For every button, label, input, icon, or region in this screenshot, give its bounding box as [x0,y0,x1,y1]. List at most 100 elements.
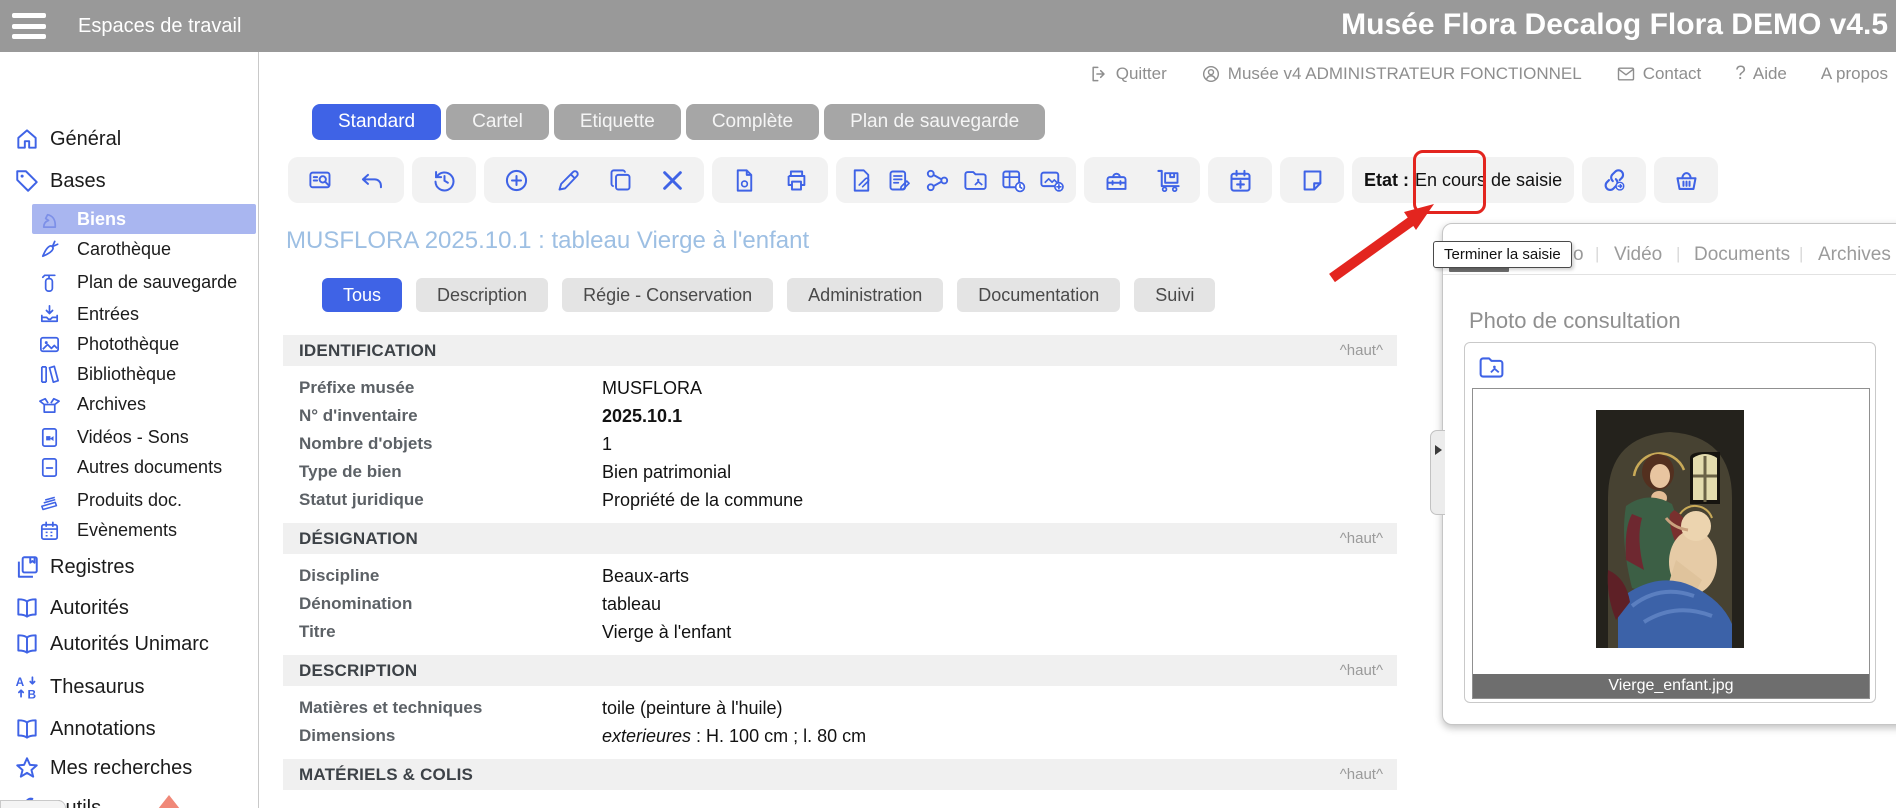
tab-plan-sauvegarde[interactable]: Plan de sauvegarde [824,104,1046,140]
document-icon [38,456,61,479]
photo-card: Vierge_enfant.jpg [1464,342,1876,703]
sidebar-item-bibliotheque[interactable]: Bibliothèque [38,360,176,388]
export-page-icon [731,167,758,194]
tab-complete[interactable]: Complète [685,104,820,140]
sidebar-item-archives[interactable]: Archives [38,390,146,418]
sidebar-item-produits-doc[interactable]: Produits doc. [38,486,182,514]
tab-description[interactable]: Description [416,278,549,312]
edit-icon [555,167,582,194]
print-button[interactable] [770,157,822,203]
export-page-button[interactable] [718,157,770,203]
duplicate-icon [607,167,634,194]
field-row: N° d'inventaire 2025.10.1 [299,405,683,426]
record-state-badge: Etat : En cours de saisie [1352,157,1575,203]
back-to-top-link[interactable]: ^haut^ [1340,766,1383,783]
records-search-icon [307,167,334,194]
tab-standard[interactable]: Standard [312,104,442,140]
paper-stack-icon [38,489,61,512]
panel-collapse-handle[interactable] [1430,430,1445,515]
note-button[interactable] [1286,157,1338,203]
media-card-add-button[interactable] [1032,157,1070,203]
undo-button[interactable] [346,157,398,203]
sidebar-item-carotheque[interactable]: Carothèque [38,235,171,263]
table-clock-button[interactable] [994,157,1032,203]
media-tab-documents[interactable]: Documents [1694,244,1790,266]
tab-tous[interactable]: Tous [322,278,403,312]
attach-page-button[interactable] [842,157,880,203]
help-button[interactable]: ? Aide [1735,63,1787,85]
state-value: En cours de saisie [1415,169,1563,190]
trolley-icon [1155,167,1182,194]
sidebar: Général Bases Biens Carothèque Plan de s… [0,52,259,808]
history-button[interactable] [418,157,470,203]
flora-application-window: Espaces de travail Musée Flora Decalog F… [0,0,1896,808]
tab-cartel[interactable]: Cartel [446,104,549,140]
sidebar-item-entrees[interactable]: Entrées [38,300,139,328]
field-row: Dimensions exterieures : H. 100 cm ; l. 8… [299,725,867,746]
section-header-materiels-colis: MATÉRIELS & COLIS ^haut^ [283,759,1397,790]
back-to-top-link[interactable]: ^haut^ [1340,342,1383,359]
mail-icon [1616,64,1636,84]
record-detail: IDENTIFICATION ^haut^ Préfixe musée MUSFL… [283,335,1397,790]
sidebar-item-autres-documents[interactable]: Autres documents [38,453,222,481]
related-records-icon [924,167,951,194]
workspaces-label[interactable]: Espaces de travail [78,15,241,38]
tab-etiquette[interactable]: Etiquette [553,104,681,140]
media-panel-title: Photo de consultation [1469,308,1681,333]
sidebar-item-autorites-unimarc[interactable]: Autorités Unimarc [14,629,209,659]
sidebar-item-videos-sons[interactable]: Vidéos - Sons [38,423,189,451]
media-tab-archives[interactable]: Archives [1818,244,1891,266]
open-media-folder-button[interactable] [1471,348,1511,386]
sidebar-item-annotations[interactable]: Annotations [14,714,156,744]
tab-regie-conservation[interactable]: Régie - Conservation [562,278,774,312]
media-tab-video[interactable]: Vidéo [1614,244,1662,266]
edit-record-button[interactable] [542,157,594,203]
open-book-icon [14,631,40,657]
form-edit-button[interactable] [880,157,918,203]
current-user[interactable]: Musée v4 ADMINISTRATEUR FONCTIONNEL [1201,64,1582,84]
tab-administration[interactable]: Administration [787,278,944,312]
tab-documentation[interactable]: Documentation [957,278,1121,312]
add-record-button[interactable] [490,157,542,203]
duplicate-record-button[interactable] [594,157,646,203]
open-book-icon [14,716,40,742]
hamburger-menu-icon[interactable] [12,13,46,39]
section-header-description: DESCRIPTION ^haut^ [283,655,1397,686]
video-file-icon [38,426,61,449]
inbox-arrow-icon [38,303,61,326]
sidebar-item-evenements[interactable]: Evènements [38,516,177,544]
sidebar-item-mes-recherches[interactable]: Mes recherches [14,753,192,783]
chevron-right-icon [1434,445,1442,455]
media-folder-icon [962,167,989,194]
back-to-top-link[interactable]: ^haut^ [1340,530,1383,547]
field-row: Préfixe musée MUSFLORA [299,377,703,398]
sidebar-item-general[interactable]: Général [14,124,121,154]
record-toolbar: Etat : En cours de saisie [288,157,1719,203]
artwork-image [1596,410,1744,648]
photo-frame[interactable]: Vierge_enfant.jpg [1472,388,1870,699]
calendar-add-button[interactable] [1214,157,1266,203]
media-folder-icon [1477,353,1506,382]
contact-button[interactable]: Contact [1616,64,1701,84]
sidebar-item-autorites[interactable]: Autorités [14,593,129,623]
delete-record-button[interactable] [646,157,698,203]
about-button[interactable]: A propos [1821,64,1888,84]
related-records-button[interactable] [918,157,956,203]
chess-knight-icon [38,208,61,231]
sidebar-item-bases[interactable]: Bases [14,166,106,196]
sidebar-item-biens[interactable]: Biens [38,205,126,233]
sidebar-item-plan-sauvegarde[interactable]: Plan de sauvegarde [38,268,237,296]
sidebar-item-registres[interactable]: Registres [14,552,134,582]
quit-button[interactable]: Quitter [1089,64,1167,84]
records-search-button[interactable] [294,157,346,203]
trolley-button[interactable] [1142,157,1194,203]
toolbox-button[interactable] [1090,157,1142,203]
undo-icon [359,167,386,194]
finish-entry-button[interactable] [1588,157,1640,203]
back-to-top-link[interactable]: ^haut^ [1340,662,1383,679]
basket-button[interactable] [1660,157,1712,203]
media-folder-button[interactable] [956,157,994,203]
tab-suivi[interactable]: Suivi [1134,278,1216,312]
sidebar-item-thesaurus[interactable]: Thesaurus [14,672,145,702]
sidebar-item-phototheque[interactable]: Photothèque [38,330,179,358]
